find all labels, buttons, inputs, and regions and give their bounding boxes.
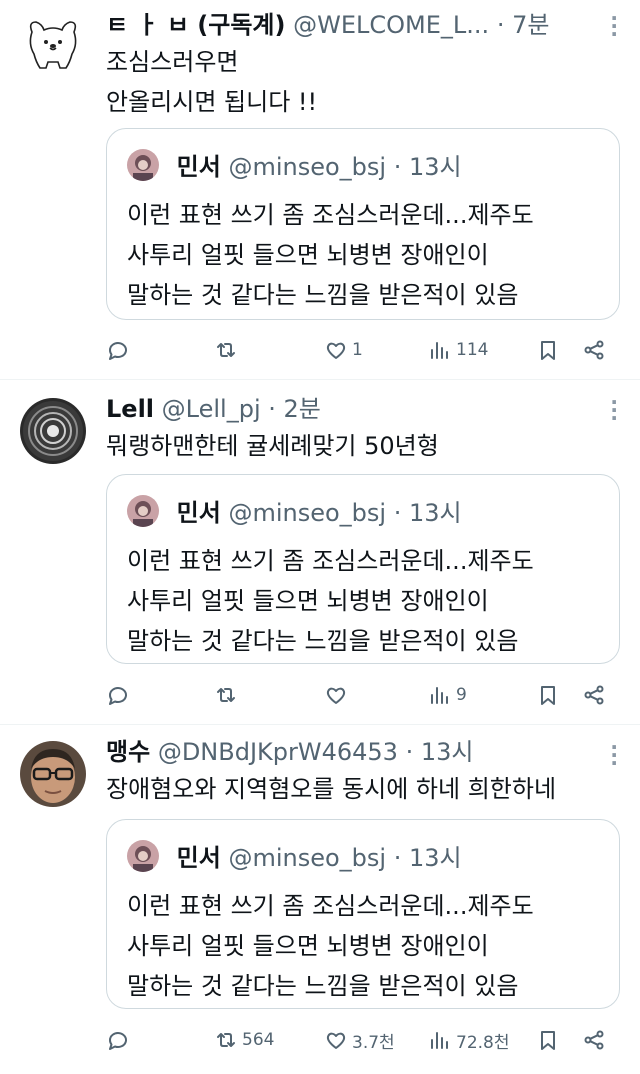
share-icon xyxy=(584,340,604,360)
tweet[interactable]: 맹수 @DNBdJKprW46453 · 13시 · · · 장애혐오와 지역혐오를… xyxy=(0,725,640,1074)
bookmark-icon xyxy=(541,686,555,705)
quoted-tweet[interactable]: 민서 @minseo_bsj · 13시 이런 표현 쓰기 좀 조심스러운데..… xyxy=(106,128,620,320)
author-name[interactable]: 맹수 xyxy=(106,738,150,766)
tweet-header: 맹수 @DNBdJKprW46453 · 13시 xyxy=(106,737,600,767)
quote-author-handle: @minseo_bsj xyxy=(228,844,387,872)
more-vertical-icon[interactable]: · · · xyxy=(610,392,618,428)
action-bar: 1 114 xyxy=(106,335,620,365)
share-icon xyxy=(584,685,604,705)
retweet-icon xyxy=(217,688,235,702)
author-handle[interactable]: @WELCOME_L... xyxy=(293,11,489,39)
retweet-icon xyxy=(217,1033,235,1047)
reply-button[interactable] xyxy=(106,1025,134,1055)
quote-header: 민서 @minseo_bsj · 13시 xyxy=(127,840,462,873)
bookmark-icon xyxy=(541,1031,555,1050)
tweet-header: ㅌ ㅏ ㅂ (구독계) @WELCOME_L... · 7분 xyxy=(106,10,600,40)
quote-author-name: 민서 xyxy=(176,153,221,181)
tweet-header: Lell @Lell_pj · 2분 xyxy=(106,394,600,424)
quote-time: · 13시 xyxy=(393,844,462,872)
like-count: 3.7천 xyxy=(352,1032,395,1053)
like-button[interactable] xyxy=(324,680,352,710)
retweet-button[interactable]: 564 xyxy=(214,1025,274,1055)
quote-time: · 13시 xyxy=(393,153,462,181)
like-count: 1 xyxy=(352,340,363,360)
like-button[interactable]: 1 xyxy=(324,335,363,365)
author-name[interactable]: ㅌ ㅏ ㅂ (구독계) xyxy=(106,11,285,39)
quote-avatar xyxy=(127,840,159,872)
quote-author-handle: @minseo_bsj xyxy=(228,499,387,527)
share-button[interactable] xyxy=(582,1025,606,1055)
heart-icon xyxy=(326,687,346,704)
more-vertical-icon[interactable]: · · · xyxy=(610,737,618,773)
tweet[interactable]: Lell @Lell_pj · 2분 · · · 뭐랭하맨한테 귤세례맞기 50년형… xyxy=(0,380,640,725)
retweet-count: 564 xyxy=(242,1030,275,1050)
bookmark-icon xyxy=(541,341,555,360)
quote-avatar xyxy=(127,495,159,527)
heart-icon xyxy=(326,1032,346,1049)
avatar[interactable] xyxy=(20,398,86,464)
heart-icon xyxy=(326,342,346,359)
author-handle[interactable]: @DNBdJKprW46453 xyxy=(158,738,398,766)
author-name[interactable]: Lell xyxy=(106,395,154,423)
quote-text: 이런 표현 쓰기 좀 조심스러운데...제주도 사투리 얼핏 들으면 뇌병변 장… xyxy=(127,547,534,655)
quoted-tweet[interactable]: 민서 @minseo_bsj · 13시 이런 표현 쓰기 좀 조심스러운데..… xyxy=(106,819,620,1009)
share-icon xyxy=(584,1030,604,1050)
bookmark-button[interactable] xyxy=(536,680,560,710)
more-vertical-icon[interactable]: · · · xyxy=(610,8,618,44)
quote-header: 민서 @minseo_bsj · 13시 xyxy=(127,149,462,182)
avatar[interactable] xyxy=(20,14,86,80)
view-count: 72.8천 xyxy=(456,1032,510,1053)
view-count: 114 xyxy=(456,340,489,360)
tweet-time[interactable]: · 13시 xyxy=(406,738,474,766)
author-handle[interactable]: @Lell_pj xyxy=(162,395,261,423)
views-button[interactable]: 72.8천 xyxy=(428,1025,510,1055)
quote-author-handle: @minseo_bsj xyxy=(228,153,387,181)
action-bar: 564 3.7천 72.8천 xyxy=(106,1025,620,1055)
portrait-avatar-icon xyxy=(127,840,159,872)
retweet-button[interactable] xyxy=(214,680,242,710)
portrait-avatar-icon xyxy=(127,495,159,527)
tweet-text: 조심스러우면 안올리시면 됩니다 !! xyxy=(106,48,318,116)
face-photo-avatar-icon xyxy=(20,741,86,807)
share-button[interactable] xyxy=(582,680,606,710)
dog-doodle-avatar-icon xyxy=(29,21,77,69)
bookmark-button[interactable] xyxy=(536,335,560,365)
view-count: 9 xyxy=(456,685,467,705)
tunnel-avatar-icon xyxy=(20,398,86,464)
quote-text: 이런 표현 쓰기 좀 조심스러운데...제주도 사투리 얼핏 들으면 뇌병변 장… xyxy=(127,892,534,1000)
reply-icon xyxy=(109,687,127,705)
tweet-text: 뭐랭하맨한테 귤세례맞기 50년형 xyxy=(106,432,439,460)
reply-button[interactable] xyxy=(106,680,134,710)
quote-time: · 13시 xyxy=(393,499,462,527)
quote-avatar xyxy=(127,149,159,181)
timeline: ㅌ ㅏ ㅂ (구독계) @WELCOME_L... · 7분 · · · 조심스러우… xyxy=(0,0,640,1074)
action-bar: 9 xyxy=(106,680,620,710)
tweet-time[interactable]: · 7분 xyxy=(497,11,550,39)
tweet-text: 장애혐오와 지역혐오를 동시에 하네 희한하네 xyxy=(106,775,557,803)
reply-icon xyxy=(109,342,127,360)
quote-header: 민서 @minseo_bsj · 13시 xyxy=(127,495,462,528)
views-button[interactable]: 114 xyxy=(428,335,488,365)
reply-icon xyxy=(109,1032,127,1050)
bookmark-button[interactable] xyxy=(536,1025,560,1055)
like-button[interactable]: 3.7천 xyxy=(324,1025,395,1055)
quote-author-name: 민서 xyxy=(176,844,221,872)
avatar[interactable] xyxy=(20,741,86,807)
views-icon xyxy=(431,342,448,359)
views-icon xyxy=(431,1032,448,1049)
reply-button[interactable] xyxy=(106,335,134,365)
tweet[interactable]: ㅌ ㅏ ㅂ (구독계) @WELCOME_L... · 7분 · · · 조심스러우… xyxy=(0,0,640,380)
quoted-tweet[interactable]: 민서 @minseo_bsj · 13시 이런 표현 쓰기 좀 조심스러운데..… xyxy=(106,474,620,664)
portrait-avatar-icon xyxy=(127,149,159,181)
share-button[interactable] xyxy=(582,335,606,365)
retweet-button[interactable] xyxy=(214,335,242,365)
views-icon xyxy=(431,687,448,704)
quote-text: 이런 표현 쓰기 좀 조심스러운데...제주도 사투리 얼핏 들으면 뇌병변 장… xyxy=(127,201,534,309)
quote-author-name: 민서 xyxy=(176,499,221,527)
tweet-time[interactable]: · 2분 xyxy=(268,395,321,423)
views-button[interactable]: 9 xyxy=(428,680,467,710)
retweet-icon xyxy=(217,343,235,357)
